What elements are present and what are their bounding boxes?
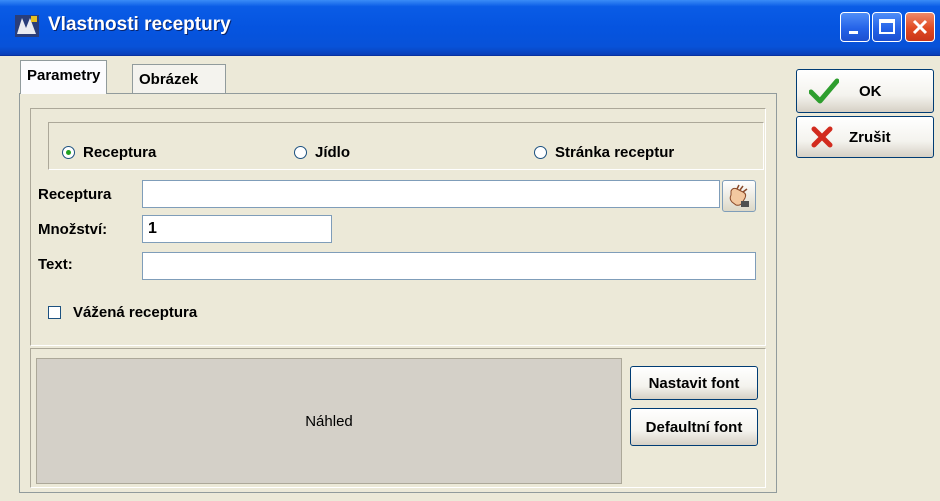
preview-label: Náhled [305,412,353,430]
text-label: Text: [38,256,73,273]
radio-label: Stránka receptur [555,144,675,161]
dialog-body: Parametry Obrázek Receptura Jídlo Stránk… [0,56,940,501]
vazena-receptura-checkbox[interactable]: Vážená receptura [48,304,197,321]
check-icon [809,78,839,104]
receptura-label: Receptura [38,186,112,203]
button-label: Defaultní font [645,418,743,436]
minimize-icon [849,31,858,34]
receptura-input[interactable] [142,180,720,208]
checkbox-label: Vážená receptura [73,304,198,321]
radio-button[interactable] [294,146,307,159]
radio-label: Receptura [83,144,157,161]
radio-button[interactable] [62,146,75,159]
button-label: Nastavit font [648,374,740,392]
cross-icon [811,126,833,148]
tab-label: Parametry [27,67,101,84]
app-icon [15,15,39,37]
cancel-button[interactable]: Zrušit [796,116,934,158]
button-label: Zrušit [849,128,891,146]
ok-button[interactable]: OK [796,69,934,113]
default-font-button[interactable]: Defaultní font [630,408,758,446]
hand-icon [729,184,749,207]
tab-obrazek[interactable]: Obrázek [132,64,226,94]
close-button[interactable] [905,12,935,42]
tab-label: Obrázek [139,71,199,88]
radio-jidlo[interactable]: Jídlo [294,144,350,161]
minimize-button[interactable] [840,12,870,42]
button-label: OK [859,82,882,100]
set-font-button[interactable]: Nastavit font [630,366,758,400]
text-input[interactable] [142,252,756,280]
checkbox-box[interactable] [48,306,61,319]
radio-button[interactable] [534,146,547,159]
lookup-button[interactable] [722,180,756,212]
preview-panel: Náhled [36,358,622,484]
radio-stranka-receptur[interactable]: Stránka receptur [534,144,674,161]
radio-label: Jídlo [315,144,351,161]
radio-receptura[interactable]: Receptura [62,144,156,161]
maximize-icon [879,19,895,34]
title-bar[interactable]: Vlastnosti receptury [0,0,940,56]
close-icon [912,19,928,35]
maximize-button[interactable] [872,12,902,42]
tab-parametry[interactable]: Parametry [20,60,108,94]
window-title: Vlastnosti receptury [48,14,231,35]
mnozstvi-input[interactable] [142,215,332,243]
mnozstvi-label: Množství: [38,221,108,238]
